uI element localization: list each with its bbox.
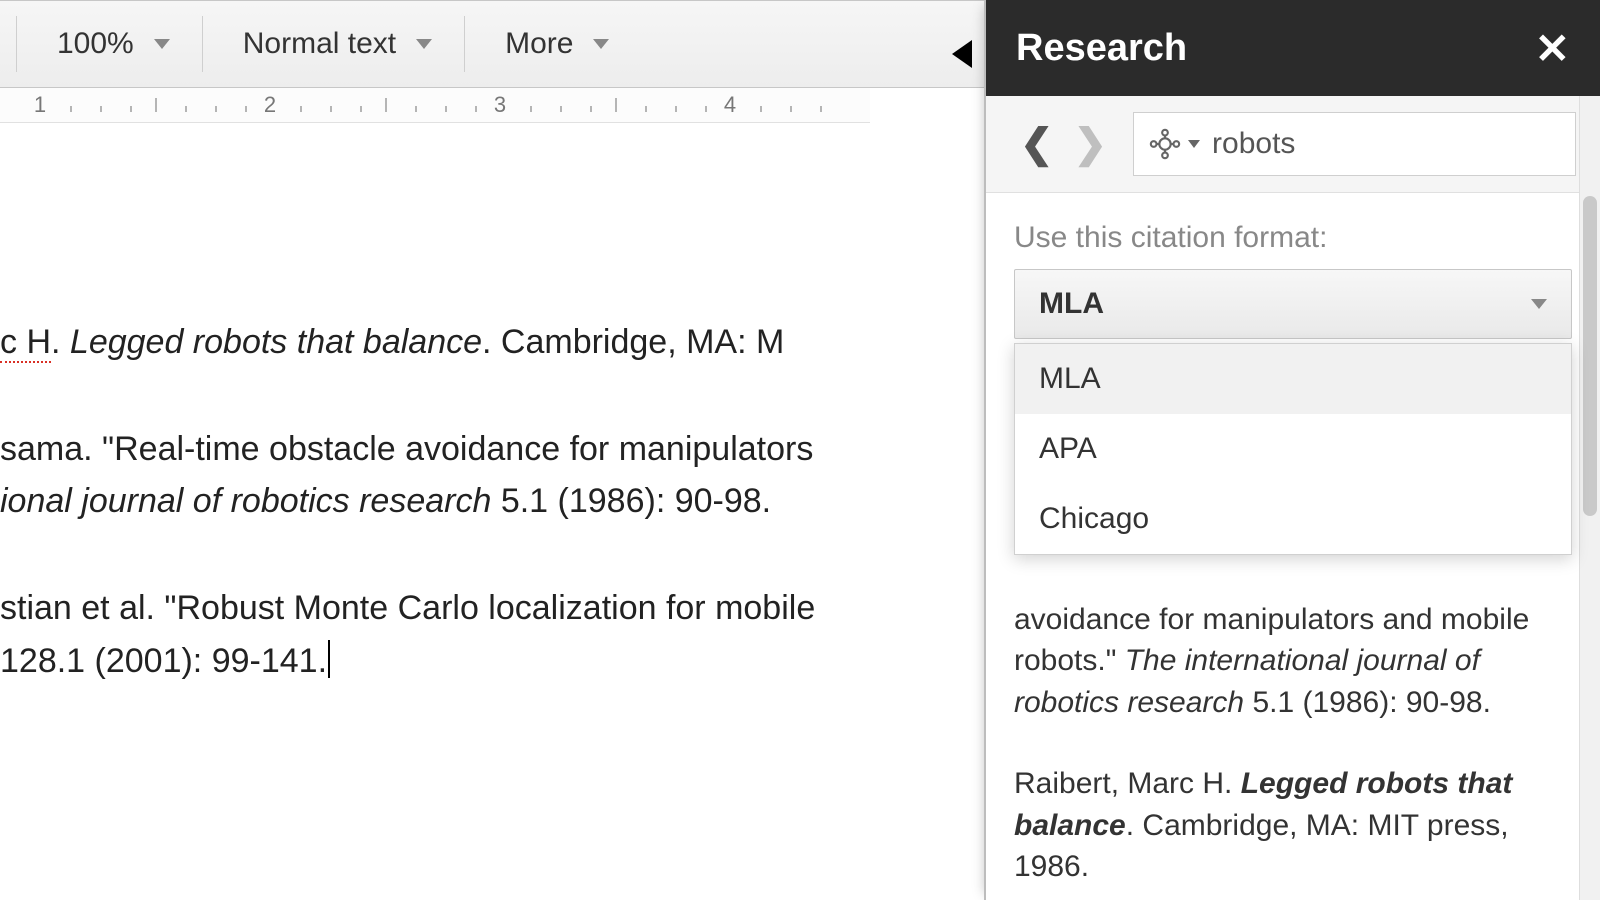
- research-search-input[interactable]: robots: [1133, 112, 1576, 176]
- close-icon[interactable]: ✕: [1535, 24, 1570, 73]
- citation-dropdown-list: MLA APA Chicago: [1014, 343, 1572, 555]
- toolbar-separator: [16, 16, 17, 72]
- ruler-number: 3: [494, 92, 506, 118]
- document-line: sama. "Real-time obstacle avoidance for …: [0, 423, 870, 528]
- style-label: Normal text: [243, 27, 396, 61]
- panel-header: Research ✕: [986, 0, 1600, 96]
- panel-body: Use this citation format: MLA MLA APA Ch…: [986, 193, 1600, 887]
- result-item[interactable]: avoidance for manipulators and mobile ro…: [1014, 599, 1572, 723]
- search-value: robots: [1212, 127, 1295, 161]
- chevron-down-icon: [1188, 140, 1200, 148]
- citation-dropdown-button[interactable]: MLA: [1014, 269, 1572, 339]
- citation-format-dropdown: MLA MLA APA Chicago: [1014, 269, 1572, 339]
- dropdown-option-chicago[interactable]: Chicago: [1015, 484, 1571, 554]
- research-results: avoidance for manipulators and mobile ro…: [1014, 599, 1572, 887]
- more-label: More: [505, 27, 573, 61]
- dropdown-option-mla[interactable]: MLA: [1015, 344, 1571, 414]
- horizontal-ruler[interactable]: 1 2 3 4: [0, 88, 870, 123]
- document-body[interactable]: c H. Legged robots that balance. Cambrid…: [0, 122, 870, 900]
- ruler-number: 4: [724, 92, 736, 118]
- panel-scrollbar[interactable]: [1579, 96, 1600, 900]
- toolbar-separator: [202, 16, 203, 72]
- scrollbar-thumb[interactable]: [1583, 196, 1597, 516]
- research-panel: Research ✕ ❮ ❯ robots: [984, 0, 1600, 900]
- chevron-down-icon: [1531, 299, 1547, 309]
- text-cursor: [328, 640, 330, 678]
- zoom-label: 100%: [57, 27, 134, 61]
- more-dropdown[interactable]: More: [489, 17, 625, 71]
- panel-title: Research: [1016, 27, 1187, 70]
- document-line: c H. Legged robots that balance. Cambrid…: [0, 316, 870, 369]
- dropdown-selected: MLA: [1039, 287, 1104, 321]
- result-item[interactable]: Raibert, Marc H. Legged robots that bala…: [1014, 763, 1572, 887]
- chevron-down-icon: [593, 39, 609, 49]
- paragraph-style-dropdown[interactable]: Normal text: [227, 17, 448, 71]
- chevron-down-icon: [154, 39, 170, 49]
- toolbar-separator: [464, 16, 465, 72]
- nav-back-icon[interactable]: ❮: [1010, 121, 1064, 167]
- scholar-icon[interactable]: [1148, 127, 1200, 161]
- citation-format-label: Use this citation format:: [1014, 221, 1572, 255]
- document-line: stian et al. "Robust Monte Carlo localiz…: [0, 582, 870, 687]
- chevron-down-icon: [416, 39, 432, 49]
- ruler-number: 2: [264, 92, 276, 118]
- dropdown-option-apa[interactable]: APA: [1015, 414, 1571, 484]
- panel-search-bar: ❮ ❯ robots: [986, 96, 1600, 193]
- ruler-number: 1: [34, 92, 46, 118]
- panel-collapse-icon[interactable]: [952, 40, 972, 68]
- zoom-dropdown[interactable]: 100%: [41, 17, 186, 71]
- nav-forward-icon: ❯: [1064, 121, 1118, 167]
